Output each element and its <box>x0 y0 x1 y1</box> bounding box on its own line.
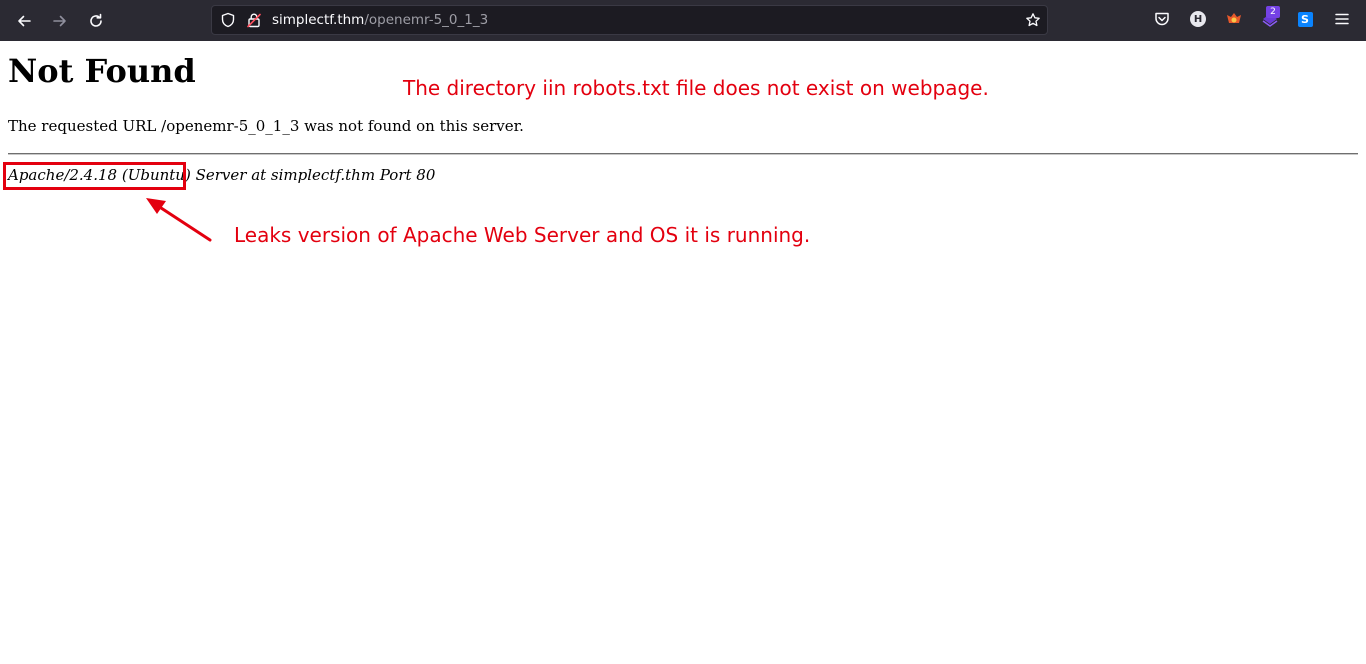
extension-badge: 2 <box>1266 6 1280 18</box>
hamburger-menu-icon <box>1335 13 1349 25</box>
annotation-arrow-icon <box>146 198 212 242</box>
pocket-icon <box>1155 12 1169 26</box>
shield-icon[interactable] <box>220 12 236 28</box>
error-message: The requested URL /openemr-5_0_1_3 was n… <box>8 117 524 135</box>
arrow-right-icon <box>53 15 66 27</box>
browser-toolbar: simplectf.thm/openemr-5_0_1_3 H 2 S <box>0 0 1366 41</box>
page-title: Not Found <box>8 52 196 90</box>
extension-s-button[interactable]: S <box>1296 10 1314 28</box>
url-host: simplectf.thm <box>272 12 365 28</box>
back-button[interactable] <box>11 8 37 34</box>
url-text[interactable]: simplectf.thm/openemr-5_0_1_3 <box>272 12 488 28</box>
highlight-box <box>3 162 186 190</box>
reload-button[interactable] <box>83 8 109 34</box>
extension-fox-button[interactable] <box>1225 10 1243 28</box>
arrow-left-icon <box>18 15 31 27</box>
pocket-button[interactable] <box>1153 10 1171 28</box>
account-avatar: H <box>1190 11 1206 27</box>
url-path: /openemr-5_0_1_3 <box>364 12 489 28</box>
app-menu-button[interactable] <box>1333 10 1351 28</box>
server-host-port: Server at simplectf.thm Port 80 <box>190 166 436 184</box>
annotation-leak-note: Leaks version of Apache Web Server and O… <box>234 223 811 247</box>
annotation-robots-note: The directory iin robots.txt file does n… <box>403 76 989 100</box>
foxyproxy-icon <box>1227 13 1241 23</box>
bookmark-star-icon[interactable] <box>1025 12 1041 28</box>
s-extension-icon: S <box>1297 11 1313 27</box>
reload-icon <box>90 13 102 27</box>
address-bar[interactable]: simplectf.thm/openemr-5_0_1_3 <box>211 5 1048 35</box>
horizontal-rule <box>8 153 1358 155</box>
account-button[interactable]: H <box>1189 10 1207 28</box>
lock-insecure-icon[interactable] <box>246 12 262 28</box>
forward-button[interactable] <box>47 8 73 34</box>
